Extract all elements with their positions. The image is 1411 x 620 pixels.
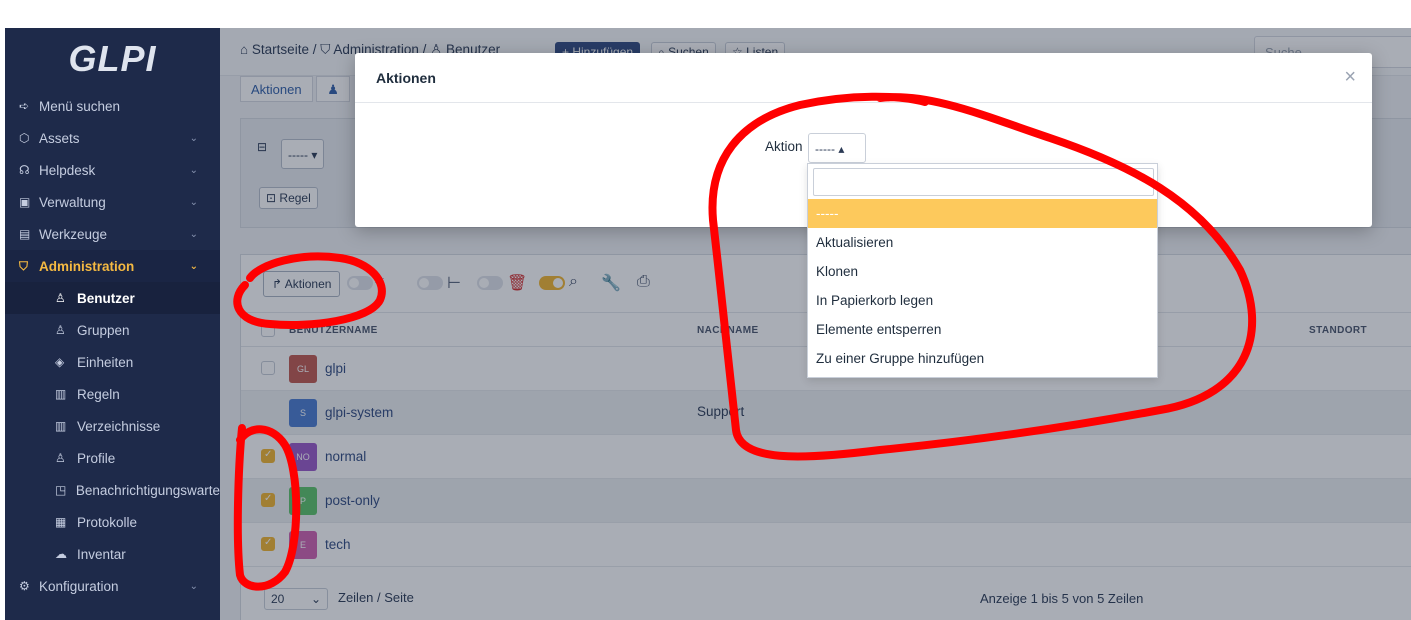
sidebar-subitem-benutzer[interactable]: ♙ Benutzer [5, 282, 220, 314]
users-icon: ♙ [55, 323, 66, 337]
sidebar-subitem-benachrichtigungen[interactable]: ◳ Benachrichtigungswarte [5, 474, 220, 506]
sidebar-item-label: Verwaltung [39, 194, 106, 210]
dropdown-option[interactable]: ----- [808, 199, 1157, 228]
aktion-select[interactable]: ----- ▴ [808, 133, 866, 163]
aktion-label: Aktion [765, 139, 803, 154]
sidebar-subitem-verzeichnisse[interactable]: ▥ Verzeichnisse [5, 410, 220, 442]
book-icon: ▥ [55, 387, 67, 401]
sidebar-subitem-inventar[interactable]: ☁ Inventar [5, 538, 220, 570]
book-icon: ▥ [55, 419, 67, 433]
sidebar-item-administration[interactable]: ⛉ Administration ⌄ [5, 250, 220, 282]
cloud-upload-icon: ☁ [55, 547, 67, 561]
sidebar: GLPI ➪ Menü suchen ⬡ Assets ⌄ ☊ Helpdesk… [5, 28, 220, 620]
sidebar-item-helpdesk[interactable]: ☊ Helpdesk ⌄ [5, 154, 220, 186]
dropdown-option[interactable]: Zu einer Gruppe hinzufügen [808, 344, 1157, 373]
briefcase-icon: ▤ [19, 227, 31, 241]
gear-icon: ⚙ [19, 579, 30, 593]
chevron-down-icon: ⌄ [189, 260, 198, 272]
modal-header: Aktionen × [355, 53, 1372, 103]
sidebar-item-label: Assets [39, 130, 80, 146]
dropdown-option[interactable]: In Papierkorb legen [808, 286, 1157, 315]
sidebar-item-werkzeuge[interactable]: ▤ Werkzeuge ⌄ [5, 218, 220, 250]
dropdown-search-input[interactable] [813, 168, 1154, 196]
shield-icon: ⛉ [19, 258, 29, 273]
sidebar-subitem-gruppen[interactable]: ♙ Gruppen [5, 314, 220, 346]
sidebar-subitem-label: Benachrichtigungswarte [75, 482, 220, 498]
sidebar-subitem-protokolle[interactable]: ▦ Protokolle [5, 506, 220, 538]
dropdown-option[interactable]: Elemente entsperren [808, 315, 1157, 344]
chevron-down-icon: ⌄ [189, 580, 198, 592]
sidebar-item-label: Administration [39, 258, 135, 274]
user-check-icon: ♙ [55, 451, 66, 465]
sidebar-subitem-label: Benutzer [77, 290, 135, 306]
sidebar-subitem-label: Inventar [77, 546, 126, 562]
headset-icon: ☊ [19, 163, 30, 177]
dropdown-option[interactable]: Klonen [808, 257, 1157, 286]
sidebar-subitem-einheiten[interactable]: ◈ Einheiten [5, 346, 220, 378]
sidebar-item-verwaltung[interactable]: ▣ Verwaltung ⌄ [5, 186, 220, 218]
notification-icon: ◳ [55, 483, 67, 497]
sidebar-item-assets[interactable]: ⬡ Assets ⌄ [5, 122, 220, 154]
menu-search-label: Menü suchen [39, 98, 121, 114]
log-icon: ▦ [55, 515, 67, 529]
sidebar-subitem-label: Verzeichnisse [77, 418, 161, 434]
stack-icon: ◈ [55, 355, 65, 369]
dropdown-option[interactable]: Aktualisieren [808, 228, 1157, 257]
chevron-down-icon: ⌄ [189, 164, 198, 176]
sidebar-subitem-label: Gruppen [77, 322, 130, 338]
chevron-down-icon: ⌄ [189, 196, 198, 208]
sidebar-item-label: Helpdesk [39, 162, 96, 178]
sidebar-item-label: Werkzeuge [39, 226, 108, 242]
aktion-dropdown: ----- Aktualisieren Klonen In Papierkorb… [807, 163, 1158, 378]
close-icon[interactable]: × [1344, 66, 1356, 89]
sidebar-item-label: Konfiguration [39, 578, 119, 594]
sidebar-subitem-label: Einheiten [77, 354, 134, 370]
menu-search[interactable]: ➪ Menü suchen [5, 90, 220, 122]
chevron-down-icon: ⌄ [189, 228, 198, 240]
sidebar-subitem-profile[interactable]: ♙ Profile [5, 442, 220, 474]
sidebar-subitem-label: Protokolle [77, 514, 138, 530]
arrow-right-icon: ➪ [19, 99, 30, 113]
user-icon: ♙ [55, 291, 66, 305]
modal-title: Aktionen [376, 70, 436, 86]
sidebar-subitem-regeln[interactable]: ▥ Regeln [5, 378, 220, 410]
sidebar-item-konfiguration[interactable]: ⚙ Konfiguration ⌄ [5, 570, 220, 602]
wallet-icon: ▣ [19, 195, 31, 209]
glpi-logo: GLPI [68, 38, 157, 79]
cube-icon: ⬡ [19, 131, 30, 145]
sidebar-subitem-label: Profile [77, 450, 116, 466]
sidebar-subitem-label: Regeln [77, 386, 120, 402]
chevron-down-icon: ⌄ [189, 132, 198, 144]
